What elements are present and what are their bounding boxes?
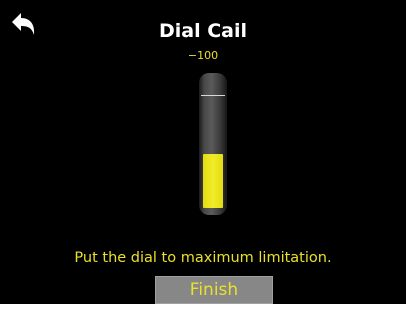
finish-button[interactable]: Finish	[155, 276, 273, 304]
dial-value-readout: −100	[187, 49, 219, 62]
gauge-max-marker	[201, 95, 225, 96]
gauge-fill-level	[203, 154, 223, 208]
instruction-text: Put the dial to maximum limitation.	[74, 250, 332, 266]
page-title: Dial Cail	[158, 20, 248, 42]
calibration-screen: Dial Cail −100 Put the dial to maximum l…	[0, 0, 406, 304]
dial-gauge	[199, 73, 227, 215]
